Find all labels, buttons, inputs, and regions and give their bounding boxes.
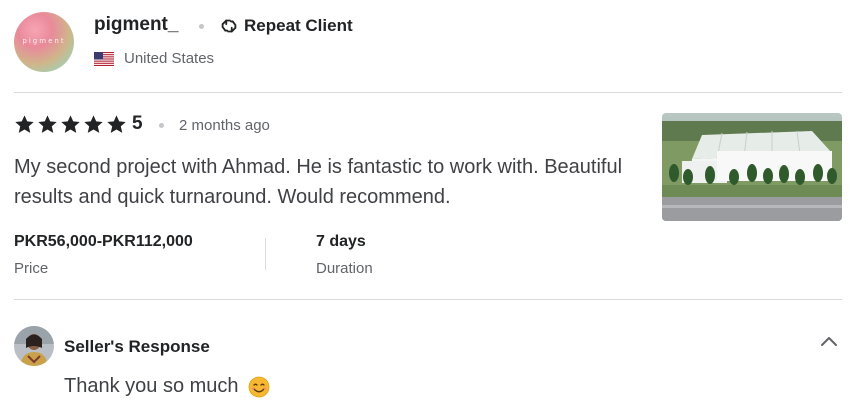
rating-value: 5 [132, 113, 143, 134]
us-flag-icon [94, 51, 114, 66]
price-label: Price [14, 260, 49, 277]
separator-dot [159, 123, 164, 128]
repeat-client-badge: Repeat Client [218, 15, 353, 37]
review-time: 2 months ago [179, 117, 270, 134]
seller-response-message: Thank you so much [64, 375, 239, 397]
repeat-icon [221, 19, 237, 33]
reviewer-username[interactable]: pigment_ [94, 14, 178, 36]
smiling-face-emoji-icon [248, 376, 269, 397]
seller-response-title: Seller's Response [64, 337, 210, 356]
seller-avatar[interactable] [14, 326, 54, 366]
star-icon [15, 114, 34, 133]
price-stat: PKR56,000-PKR112,000 Price [14, 233, 193, 277]
seller-response-text: Thank you so much [64, 375, 270, 398]
price-value: PKR56,000-PKR112,000 [14, 233, 193, 250]
review-text: My second project with Ahmad. He is fant… [14, 156, 623, 208]
star-rating: 5 [14, 113, 143, 135]
response-divider [14, 299, 842, 300]
duration-stat: 7 days Duration [316, 233, 373, 277]
repeat-client-label: Repeat Client [244, 16, 353, 35]
star-icon [61, 114, 80, 133]
reviewer-country: United States [94, 50, 214, 67]
chevron-up-icon[interactable] [818, 332, 840, 350]
duration-value: 7 days [316, 233, 366, 250]
project-thumbnail[interactable] [662, 113, 842, 221]
duration-label: Duration [316, 260, 373, 277]
country-name: United States [124, 50, 215, 67]
stats-divider [265, 238, 266, 270]
separator-dot [199, 24, 204, 29]
star-icon [84, 114, 103, 133]
reviewer-avatar[interactable]: pigment [14, 12, 74, 72]
avatar-logo-text: pigment [22, 37, 66, 45]
star-icon [38, 114, 57, 133]
header-divider [14, 92, 842, 93]
star-icon [107, 114, 126, 133]
